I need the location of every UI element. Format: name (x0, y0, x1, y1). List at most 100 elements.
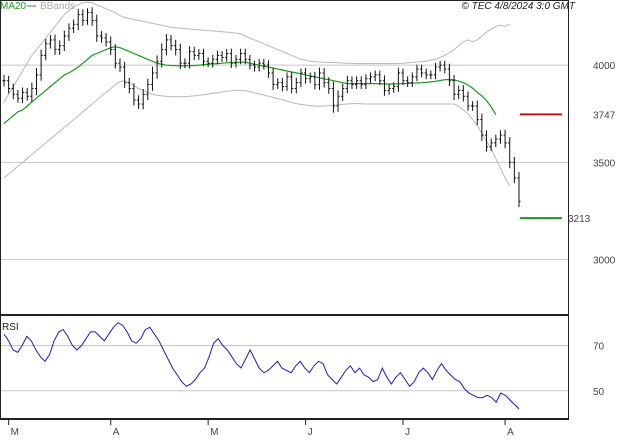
rsi-tick-label: 70 (593, 341, 605, 352)
rsi-line (3, 322, 520, 410)
ohlc-bar (461, 85, 465, 102)
copyright-label: © TEC 4/8/2024 3:0 GMT (461, 1, 575, 12)
ohlc-bar (71, 19, 76, 34)
ohlc-bar (201, 48, 206, 67)
price-panel: 3747 3213 4000 3500 3000 (0, 0, 616, 315)
ohlc-bar (109, 36, 113, 55)
ohlc-bar (127, 77, 131, 94)
ohlc-bar (85, 8, 90, 25)
ohlc-bar (53, 34, 57, 55)
ohlc-bar (20, 87, 25, 104)
ohlc-bar (484, 130, 489, 152)
ohlc-bar (406, 76, 410, 88)
ohlc-bar (355, 76, 359, 89)
price-tick-label: 3000 (593, 256, 616, 267)
ohlc-bar (322, 68, 326, 88)
ohlc-bar (252, 60, 257, 72)
ohlc-bar (58, 40, 62, 55)
ohlc-bar (290, 71, 294, 94)
ohlc-bar (197, 49, 201, 60)
ohlc-bar (480, 113, 484, 141)
ohlc-bar (141, 88, 145, 110)
ohlc-bar (512, 157, 516, 184)
ohlc-bar (489, 138, 493, 152)
ohlc-bar (313, 71, 317, 90)
ohlc-bar (174, 39, 178, 56)
ohlc-bars (2, 7, 521, 208)
ohlc-bar (336, 90, 340, 112)
ohlc-bar (169, 35, 173, 51)
bb-upper-line (3, 1, 510, 103)
ohlc-bar (308, 72, 312, 84)
support-level-label: 3213 (568, 214, 591, 225)
ohlc-bar (225, 49, 229, 62)
ohlc-bar (25, 87, 29, 101)
ohlc-bar (62, 30, 66, 52)
ohlc-bar (503, 129, 507, 149)
ohlc-bar (359, 76, 363, 89)
stock-chart: 3747 3213 4000 3500 3000 MA20 BBands © TEC … (0, 0, 616, 438)
ohlc-bar (192, 46, 196, 61)
ohlc-bar (2, 74, 6, 87)
ohlc-bar (34, 68, 39, 96)
rsi-panel: 70 50 RSI (0, 315, 605, 419)
ohlc-bar (215, 50, 220, 65)
price-tick-label: 4000 (593, 61, 616, 72)
ohlc-bar (271, 67, 275, 90)
ohlc-bar (90, 7, 94, 26)
ohlc-bar (280, 77, 284, 92)
rsi-panel-border (0, 315, 569, 419)
ohlc-bar (350, 76, 354, 89)
ohlc-bar (341, 83, 345, 102)
bbands-legend-label: BBands (40, 1, 75, 12)
ohlc-bar (378, 70, 382, 86)
ohlc-bar (303, 68, 308, 84)
ohlc-bar (123, 61, 127, 88)
ohlc-bar (44, 38, 48, 61)
ohlc-bar (452, 74, 456, 101)
price-gridlines (0, 64, 568, 261)
ohlc-bar (498, 130, 503, 144)
ohlc-bar (7, 75, 11, 94)
ohlc-bar (494, 134, 498, 148)
ohlc-bar (211, 54, 215, 68)
ohlc-bar (508, 137, 512, 169)
ohlc-bar (373, 70, 377, 82)
ohlc-bar (164, 34, 168, 56)
ohlc-bar (466, 91, 470, 111)
resistance-level-label: 3747 (593, 110, 616, 121)
ohlc-bar (345, 75, 349, 94)
ohlc-bar (48, 35, 52, 49)
ohlc-bar (276, 78, 280, 89)
ohlc-bar (396, 67, 400, 92)
rsi-axis-labels: 70 50 (593, 341, 605, 397)
ohlc-bar (11, 83, 15, 100)
rsi-path (3, 322, 520, 410)
ohlc-bar (104, 33, 108, 47)
ohlc-bar (285, 72, 289, 91)
x-tick-label: A (113, 427, 120, 438)
rsi-gridlines (0, 344, 568, 392)
ohlc-bar (150, 66, 155, 91)
ohlc-bar (424, 68, 428, 80)
ohlc-bar (415, 64, 419, 82)
rsi-title: RSI (2, 322, 19, 333)
ohlc-bar (95, 14, 99, 42)
ohlc-bar (136, 95, 141, 109)
ohlc-bar (419, 64, 424, 78)
ohlc-bar (368, 72, 373, 84)
ohlc-bar (331, 81, 336, 113)
ohlc-bar (248, 54, 252, 70)
ohlc-bar (299, 68, 303, 88)
ohlc-bar (146, 78, 150, 101)
ohlc-bar (382, 75, 387, 96)
ohlc-bar (99, 31, 104, 43)
ohlc-bar (475, 100, 479, 125)
ohlc-bar (429, 70, 433, 80)
bollinger-bands (3, 1, 511, 186)
ohlc-bar (81, 9, 85, 26)
ohlc-bar (30, 82, 34, 103)
price-axis-labels: 4000 3500 3000 (593, 61, 616, 266)
ohlc-bar (76, 8, 80, 31)
x-tick-label: J (308, 427, 313, 438)
